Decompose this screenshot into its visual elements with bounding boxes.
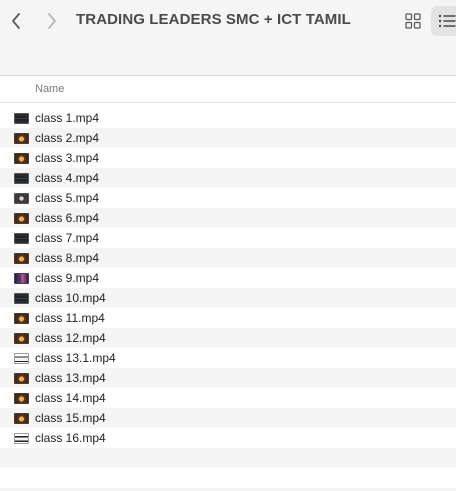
file-name: class 6.mp4 (35, 211, 100, 225)
video-thumbnail-icon (14, 172, 29, 184)
name-column-label: Name (35, 83, 65, 95)
video-thumbnail-icon (14, 132, 29, 144)
file-name: class 7.mp4 (35, 231, 100, 245)
file-row[interactable]: class 15.mp4 (0, 408, 456, 428)
file-name: class 8.mp4 (35, 251, 100, 265)
file-row[interactable]: class 12.mp4 (0, 328, 456, 348)
file-row[interactable]: class 10.mp4 (0, 288, 456, 308)
file-row[interactable]: class 9.mp4 (0, 268, 456, 288)
file-row[interactable]: class 3.mp4 (0, 148, 456, 168)
video-thumbnail-icon (14, 352, 29, 364)
list-view-button[interactable] (431, 6, 456, 36)
video-thumbnail-icon (14, 372, 29, 384)
file-name: class 3.mp4 (35, 151, 100, 165)
file-row[interactable]: class 13.mp4 (0, 368, 456, 388)
video-thumbnail-icon (14, 212, 29, 224)
file-name: class 16.mp4 (35, 431, 106, 445)
chevron-right-icon (48, 13, 56, 29)
file-name: class 10.mp4 (35, 291, 106, 305)
file-name: class 15.mp4 (35, 411, 106, 425)
file-list: class 1.mp4 class 2.mp4 class 3.mp4 class 4… (0, 108, 456, 448)
file-row[interactable]: class 5.mp4 (0, 188, 456, 208)
file-row[interactable]: class 4.mp4 (0, 168, 456, 188)
file-row[interactable]: class 13.1.mp4 (0, 348, 456, 368)
back-button[interactable] (4, 9, 28, 33)
forward-button[interactable] (40, 9, 64, 33)
video-thumbnail-icon (14, 112, 29, 124)
file-row[interactable]: class 1.mp4 (0, 108, 456, 128)
list-view-icon (438, 14, 456, 28)
window-title: TRADING LEADERS SMC + ICT TAMIL (76, 11, 351, 28)
video-thumbnail-icon (14, 252, 29, 264)
video-thumbnail-icon (14, 272, 29, 284)
file-row[interactable]: class 2.mp4 (0, 128, 456, 148)
grid-view-button[interactable] (400, 8, 426, 34)
empty-row (0, 448, 456, 468)
video-thumbnail-icon (14, 392, 29, 404)
file-name: class 13.1.mp4 (35, 351, 116, 365)
file-name: class 12.mp4 (35, 331, 106, 345)
file-row[interactable]: class 11.mp4 (0, 308, 456, 328)
file-name: class 4.mp4 (35, 171, 100, 185)
video-thumbnail-icon (14, 292, 29, 304)
file-row[interactable]: class 6.mp4 (0, 208, 456, 228)
video-thumbnail-icon (14, 152, 29, 164)
file-row[interactable]: class 7.mp4 (0, 228, 456, 248)
file-name: class 13.mp4 (35, 371, 106, 385)
video-thumbnail-icon (14, 332, 29, 344)
file-row[interactable]: class 8.mp4 (0, 248, 456, 268)
video-thumbnail-icon (14, 232, 29, 244)
grid-view-icon (405, 13, 421, 29)
file-name: class 5.mp4 (35, 191, 100, 205)
file-name: class 11.mp4 (35, 311, 105, 325)
video-thumbnail-icon (14, 432, 29, 444)
file-name: class 14.mp4 (35, 391, 106, 405)
video-thumbnail-icon (14, 312, 29, 324)
file-name: class 9.mp4 (35, 271, 100, 285)
chevron-left-icon (12, 13, 20, 29)
name-column-header[interactable]: Name (0, 77, 456, 103)
file-name: class 1.mp4 (35, 111, 100, 125)
file-row[interactable]: class 14.mp4 (0, 388, 456, 408)
file-row[interactable]: class 16.mp4 (0, 428, 456, 448)
file-name: class 2.mp4 (35, 131, 100, 145)
window-toolbar: TRADING LEADERS SMC + ICT TAMIL (0, 0, 456, 76)
video-thumbnail-icon (14, 412, 29, 424)
video-thumbnail-icon (14, 192, 29, 204)
